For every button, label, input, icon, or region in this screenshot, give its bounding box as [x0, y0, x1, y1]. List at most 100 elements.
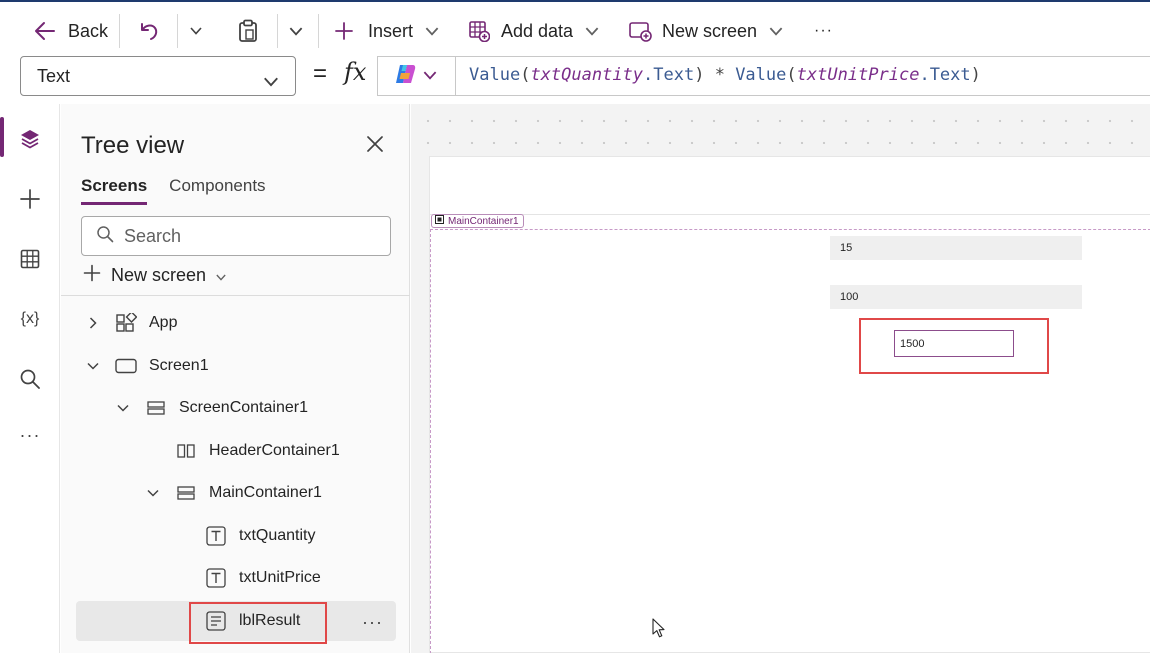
add-data-label: Add data	[501, 20, 574, 41]
tree-node-screen1[interactable]: Screen1	[83, 348, 209, 384]
paste-button[interactable]	[237, 14, 259, 48]
copilot-button[interactable]	[378, 57, 456, 95]
formula-property: .Text	[643, 65, 695, 85]
undo-icon	[138, 20, 160, 42]
formula-property: .Text	[919, 65, 971, 85]
plus-icon[interactable]	[17, 186, 43, 212]
text-input-icon	[205, 568, 227, 588]
chevron-down-icon	[423, 67, 437, 85]
container-icon	[435, 215, 444, 227]
fx-icon[interactable]: fx	[344, 58, 366, 86]
main-container-tag: MainContainer1	[431, 214, 524, 228]
insert-label: Insert	[368, 20, 414, 41]
tree-node-headercontainer1[interactable]: HeaderContainer1	[143, 433, 340, 469]
tree-node-label: txtQuantity	[239, 527, 316, 544]
copilot-icon	[393, 63, 417, 90]
tree-tabs: Screens Components	[81, 176, 266, 205]
formula-variable: txtUnitPrice	[796, 65, 920, 85]
chevron-down-icon	[425, 27, 439, 36]
new-screen-icon	[628, 20, 652, 42]
formula-paren: (	[786, 65, 797, 85]
chevron-down-icon	[190, 27, 202, 35]
property-dropdown[interactable]: Text	[20, 56, 296, 96]
tree-view-title: Tree view	[81, 132, 185, 159]
property-value: Text	[37, 65, 71, 86]
new-screen-label: New screen	[662, 20, 758, 41]
new-screen-link[interactable]: New screen	[83, 264, 226, 287]
chevron-down-icon	[289, 27, 303, 36]
tree-node-screencontainer1[interactable]: ScreenContainer1	[113, 390, 308, 426]
layers-icon[interactable]	[17, 126, 43, 152]
tree-node-label: ScreenContainer1	[179, 399, 308, 416]
chevron-down-icon[interactable]	[143, 489, 163, 497]
tree-node-label: Screen1	[149, 357, 209, 374]
undo-dropdown-button[interactable]	[190, 14, 202, 48]
tree-view-pane: Tree view Screens Components Search New …	[61, 104, 410, 653]
txtquantity-input[interactable]: 15	[830, 236, 1082, 260]
app-icon	[115, 313, 137, 333]
tree-node-txtquantity[interactable]: txtQuantity	[173, 518, 315, 554]
plus-icon	[334, 21, 354, 41]
tab-screens[interactable]: Screens	[81, 176, 148, 205]
more-commands-button[interactable]: ···	[814, 14, 833, 48]
main-container-label: MainContainer1	[448, 215, 519, 227]
formula-variable: txtQuantity	[530, 65, 644, 85]
close-icon[interactable]	[366, 135, 384, 158]
plus-icon	[83, 264, 101, 287]
chevron-right-icon[interactable]	[83, 317, 103, 329]
new-screen-label: New screen	[111, 265, 207, 285]
formula-text: Value(txtQuantity.Text) * Value(txtUnitP…	[469, 65, 981, 85]
canvas: MainContainer1 15 100 1500	[411, 104, 1150, 653]
equals-sign: =	[313, 60, 328, 87]
formula-paren: )	[970, 65, 981, 85]
header-container[interactable]	[430, 157, 1150, 215]
formula-input[interactable]: Value(txtQuantity.Text) * Value(txtUnitP…	[377, 56, 1150, 96]
add-data-button[interactable]: Add data	[468, 14, 599, 48]
active-indicator	[0, 117, 4, 157]
add-table-icon	[468, 20, 490, 42]
tree-node-label: HeaderContainer1	[209, 442, 340, 459]
more-icon[interactable]: ···	[17, 422, 43, 448]
table-icon[interactable]	[17, 246, 43, 272]
paste-dropdown-button[interactable]	[289, 14, 303, 48]
insert-button[interactable]: Insert	[334, 14, 439, 48]
tree-node-app[interactable]: App	[83, 305, 177, 341]
tree-node-label: App	[149, 314, 178, 331]
formula-operator: *	[704, 65, 736, 85]
search-icon[interactable]	[17, 366, 43, 392]
chevron-down-icon	[263, 71, 279, 92]
chevron-down-icon	[585, 27, 599, 36]
search-icon	[96, 225, 114, 248]
tree-search-input[interactable]: Search	[81, 216, 391, 256]
screen-icon	[115, 358, 137, 374]
tree-node-txtunitprice[interactable]: txtUnitPrice	[173, 560, 321, 596]
divider	[318, 14, 319, 48]
tab-components[interactable]: Components	[169, 176, 265, 205]
tree-node-label: MainContainer1	[209, 484, 322, 501]
main-container[interactable]: 15 100	[430, 229, 1150, 653]
divider	[277, 14, 278, 48]
back-button[interactable]: Back	[34, 14, 108, 48]
vertical-container-icon	[175, 486, 197, 500]
formula-paren: )	[694, 65, 705, 85]
horizontal-container-icon	[175, 444, 197, 458]
formula-function: Value	[469, 65, 521, 85]
formula-function: Value	[735, 65, 787, 85]
back-label: Back	[68, 20, 109, 41]
tree-node-maincontainer1[interactable]: MainContainer1	[143, 475, 322, 511]
search-placeholder: Search	[124, 225, 182, 246]
new-screen-button[interactable]: New screen	[628, 14, 783, 48]
variables-icon[interactable]: {x}	[17, 306, 43, 332]
formula-bar: Text = fx Value(txtQuantity.Text) * Valu…	[0, 56, 1150, 104]
chevron-down-icon[interactable]	[83, 362, 103, 370]
chevron-down-icon[interactable]	[113, 404, 133, 412]
chevron-down-icon	[769, 27, 783, 36]
text-input-icon	[205, 526, 227, 546]
divider	[61, 295, 410, 296]
screen1-preview[interactable]: MainContainer1 15 100	[429, 156, 1150, 653]
divider	[177, 14, 178, 48]
undo-button[interactable]	[138, 14, 160, 48]
txtunitprice-input[interactable]: 100	[830, 285, 1082, 309]
chevron-down-icon	[216, 265, 226, 286]
node-more-button[interactable]: ···	[362, 612, 383, 633]
